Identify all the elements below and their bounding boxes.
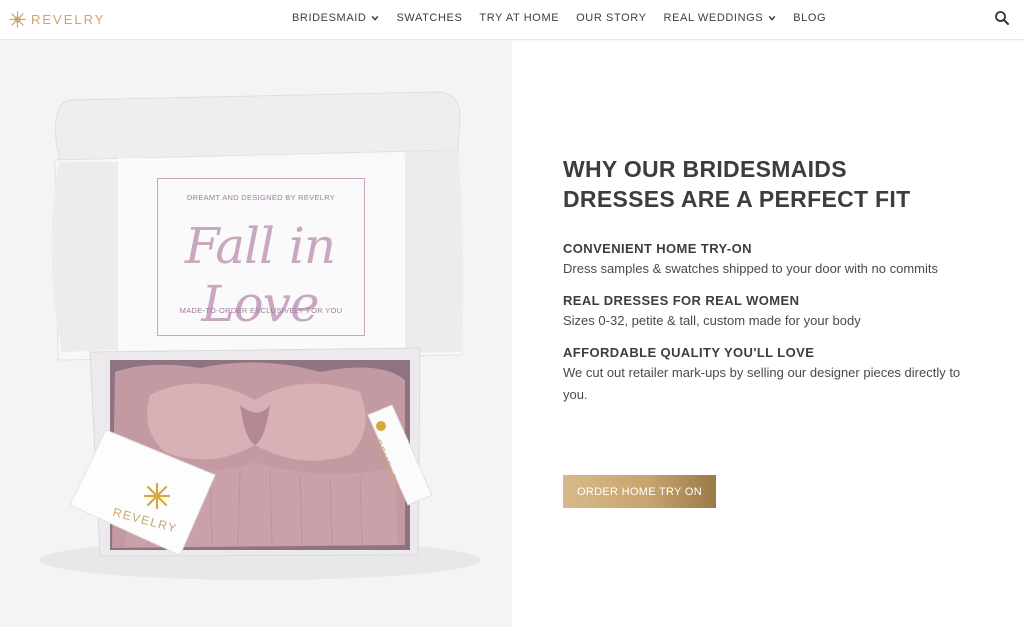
headline-line-2: DRESSES ARE A PERFECT FIT bbox=[563, 186, 911, 212]
box-lid-print: DREAMT AND DESIGNED BY REVELRY Fall in L… bbox=[157, 178, 365, 336]
feature-title: AFFORDABLE QUALITY YOU'LL LOVE bbox=[563, 345, 815, 360]
top-nav: REVELRY BRIDESMAID SWATCHES TRY AT HOME … bbox=[0, 0, 1024, 40]
nav-item-label: REAL WEDDINGS bbox=[663, 12, 764, 24]
nav-item-real-weddings[interactable]: REAL WEDDINGS bbox=[664, 12, 777, 24]
headline-line-1: WHY OUR BRIDESMAIDS bbox=[563, 156, 847, 182]
nav-item-label: TRY AT HOME bbox=[479, 12, 560, 24]
order-home-try-on-button[interactable]: ORDER HOME TRY ON bbox=[563, 475, 716, 508]
chevron-down-icon bbox=[372, 15, 379, 21]
feature-title: REAL DRESSES FOR REAL WOMEN bbox=[563, 293, 800, 308]
section-headline: WHY OUR BRIDESMAIDS DRESSES ARE A PERFEC… bbox=[563, 154, 983, 214]
box-lid-top-line: DREAMT AND DESIGNED BY REVELRY bbox=[186, 193, 336, 202]
search-icon[interactable] bbox=[994, 10, 1010, 26]
chevron-down-icon bbox=[768, 15, 776, 21]
nav-item-label: SWATCHES bbox=[396, 12, 463, 24]
nav-item-swatches[interactable]: SWATCHES bbox=[396, 12, 462, 24]
feature-item: AFFORDABLE QUALITY YOU'LL LOVE We cut ou… bbox=[563, 345, 983, 406]
feature-item: REAL DRESSES FOR REAL WOMEN Sizes 0-32, … bbox=[563, 293, 983, 332]
feature-title: CONVENIENT HOME TRY-ON bbox=[563, 241, 752, 256]
box-lid-bottom-line: MADE-TO-ORDER EXCLUSIVELY FOR YOU bbox=[179, 306, 343, 315]
feature-text: We cut out retailer mark-ups by selling … bbox=[563, 365, 961, 402]
feature-text: Dress samples & swatches shipped to your… bbox=[563, 261, 938, 276]
hero-photo: DREAMT AND DESIGNED BY REVELRY Fall in L… bbox=[0, 41, 512, 627]
nav-item-bridesmaid[interactable]: BRIDESMAID bbox=[292, 12, 379, 24]
nav-item-try-at-home[interactable]: TRY AT HOME bbox=[479, 12, 559, 24]
nav-item-our-story[interactable]: OUR STORY bbox=[576, 12, 646, 24]
snowflake-logo-icon bbox=[9, 10, 26, 28]
nav-item-label: BRIDESMAID bbox=[292, 12, 367, 24]
nav-item-label: OUR STORY bbox=[576, 12, 647, 24]
nav-item-label: BLOG bbox=[793, 12, 827, 24]
brand-logo[interactable]: REVELRY bbox=[9, 10, 105, 28]
brand-name: REVELRY bbox=[31, 11, 106, 27]
value-props: WHY OUR BRIDESMAIDS DRESSES ARE A PERFEC… bbox=[563, 154, 983, 406]
nav-item-blog[interactable]: BLOG bbox=[793, 12, 826, 24]
feature-item: CONVENIENT HOME TRY-ON Dress samples & s… bbox=[563, 241, 983, 280]
box-lid-script: Fall in Love bbox=[184, 217, 336, 333]
main-menu: BRIDESMAID SWATCHES TRY AT HOME OUR STOR… bbox=[292, 12, 826, 24]
feature-text: Sizes 0-32, petite & tall, custom made f… bbox=[563, 313, 861, 328]
